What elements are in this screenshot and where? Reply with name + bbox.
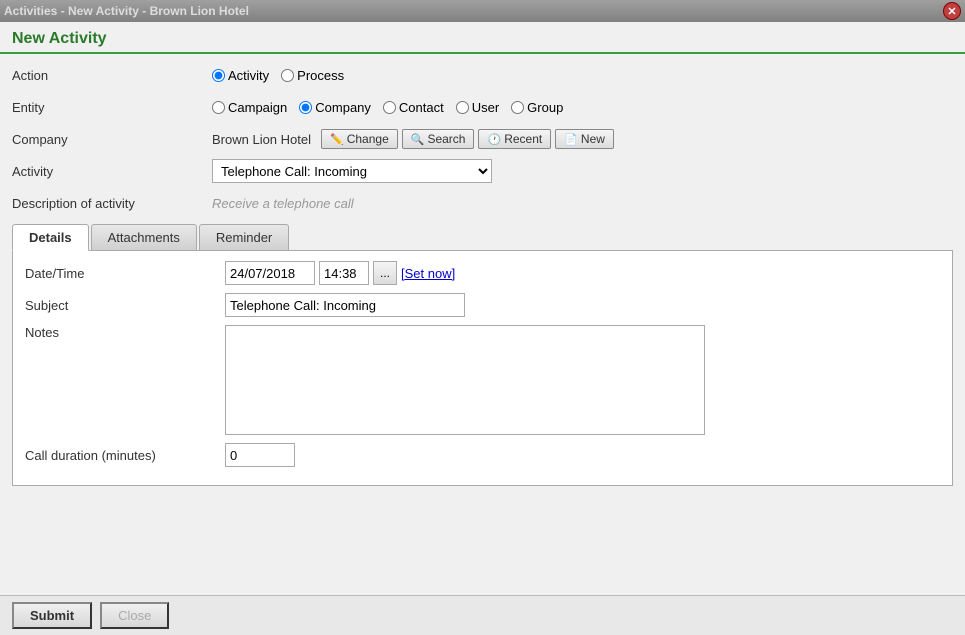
notes-textarea[interactable]: [225, 325, 705, 435]
entity-user-label: User: [472, 100, 499, 115]
entity-company-option[interactable]: Company: [299, 100, 371, 115]
entity-row: Entity Campaign Company Contact User: [12, 94, 953, 120]
call-duration-label: Call duration (minutes): [25, 448, 225, 463]
tab-content: Date/Time ... [Set now] Subject Notes: [12, 251, 953, 486]
entity-user-radio[interactable]: [456, 101, 469, 114]
company-name: Brown Lion Hotel: [212, 132, 311, 147]
entity-contact-label: Contact: [399, 100, 444, 115]
duration-input[interactable]: [225, 443, 295, 467]
entity-label: Entity: [12, 100, 212, 115]
description-value: Receive a telephone call: [212, 196, 354, 211]
entity-group-label: Group: [527, 100, 563, 115]
close-icon[interactable]: ✕: [943, 2, 961, 20]
date-input[interactable]: [225, 261, 315, 285]
entity-group-option[interactable]: Group: [511, 100, 563, 115]
title-bar-text: Activities - New Activity - Brown Lion H…: [4, 4, 943, 18]
entity-campaign-label: Campaign: [228, 100, 287, 115]
action-row: Action Activity Process: [12, 62, 953, 88]
recent-button[interactable]: 🕐 Recent: [478, 129, 551, 149]
datetime-value: ... [Set now]: [225, 261, 455, 285]
calendar-button[interactable]: ...: [373, 261, 397, 285]
dialog-body: Action Activity Process Entity Campaign: [0, 54, 965, 595]
action-activity-option[interactable]: Activity: [212, 68, 269, 83]
activity-row: Activity Telephone Call: Incoming Teleph…: [12, 158, 953, 184]
title-bar: Activities - New Activity - Brown Lion H…: [0, 0, 965, 22]
subject-input[interactable]: [225, 293, 465, 317]
action-activity-radio[interactable]: [212, 69, 225, 82]
tab-attachments[interactable]: Attachments: [91, 224, 197, 250]
entity-campaign-option[interactable]: Campaign: [212, 100, 287, 115]
entity-contact-option[interactable]: Contact: [383, 100, 444, 115]
notes-value: [225, 325, 705, 435]
new-label: New: [581, 132, 605, 146]
tabs-bar: Details Attachments Reminder: [12, 224, 953, 251]
dialog-footer: Submit Close: [0, 595, 965, 635]
activity-label: Activity: [12, 164, 212, 179]
new-icon: 📄: [564, 133, 578, 146]
dialog: New Activity Action Activity Process Ent…: [0, 22, 965, 635]
action-radio-group: Activity Process: [212, 68, 953, 83]
action-process-label: Process: [297, 68, 344, 83]
change-icon: ✏️: [330, 133, 344, 146]
dialog-header: New Activity: [0, 22, 965, 54]
time-input[interactable]: [319, 261, 369, 285]
recent-label: Recent: [504, 132, 542, 146]
notes-label: Notes: [25, 325, 225, 340]
call-duration-value: [225, 443, 295, 467]
subject-label: Subject: [25, 298, 225, 313]
dialog-title: New Activity: [12, 30, 953, 48]
recent-icon: 🕐: [487, 133, 501, 146]
company-label: Company: [12, 132, 212, 147]
entity-group-radio[interactable]: [511, 101, 524, 114]
subject-row: Subject: [25, 293, 940, 317]
entity-campaign-radio[interactable]: [212, 101, 225, 114]
search-icon: 🔍: [411, 133, 425, 146]
change-label: Change: [347, 132, 389, 146]
action-process-radio[interactable]: [281, 69, 294, 82]
subject-value: [225, 293, 465, 317]
action-process-option[interactable]: Process: [281, 68, 344, 83]
change-button[interactable]: ✏️ Change: [321, 129, 398, 149]
entity-contact-radio[interactable]: [383, 101, 396, 114]
tab-details[interactable]: Details: [12, 224, 89, 251]
entity-radio-group: Campaign Company Contact User Group: [212, 100, 953, 115]
search-button[interactable]: 🔍 Search: [402, 129, 475, 149]
tab-reminder[interactable]: Reminder: [199, 224, 289, 250]
entity-user-option[interactable]: User: [456, 100, 499, 115]
company-controls: Brown Lion Hotel ✏️ Change 🔍 Search 🕐 Re…: [212, 129, 953, 149]
activity-select[interactable]: Telephone Call: Incoming Telephone Call:…: [212, 159, 492, 183]
submit-button[interactable]: Submit: [12, 602, 92, 629]
set-now-link[interactable]: [Set now]: [401, 266, 455, 281]
notes-row: Notes: [25, 325, 940, 435]
datetime-row: Date/Time ... [Set now]: [25, 261, 940, 285]
new-button[interactable]: 📄 New: [555, 129, 614, 149]
activity-control: Telephone Call: Incoming Telephone Call:…: [212, 159, 953, 183]
company-row: Company Brown Lion Hotel ✏️ Change 🔍 Sea…: [12, 126, 953, 152]
call-duration-row: Call duration (minutes): [25, 443, 940, 467]
close-button[interactable]: Close: [100, 602, 169, 629]
entity-company-radio[interactable]: [299, 101, 312, 114]
action-activity-label: Activity: [228, 68, 269, 83]
search-label: Search: [427, 132, 465, 146]
description-control: Receive a telephone call: [212, 196, 953, 211]
datetime-label: Date/Time: [25, 266, 225, 281]
entity-company-label: Company: [315, 100, 371, 115]
description-label: Description of activity: [12, 196, 212, 211]
description-row: Description of activity Receive a teleph…: [12, 190, 953, 216]
action-label: Action: [12, 68, 212, 83]
